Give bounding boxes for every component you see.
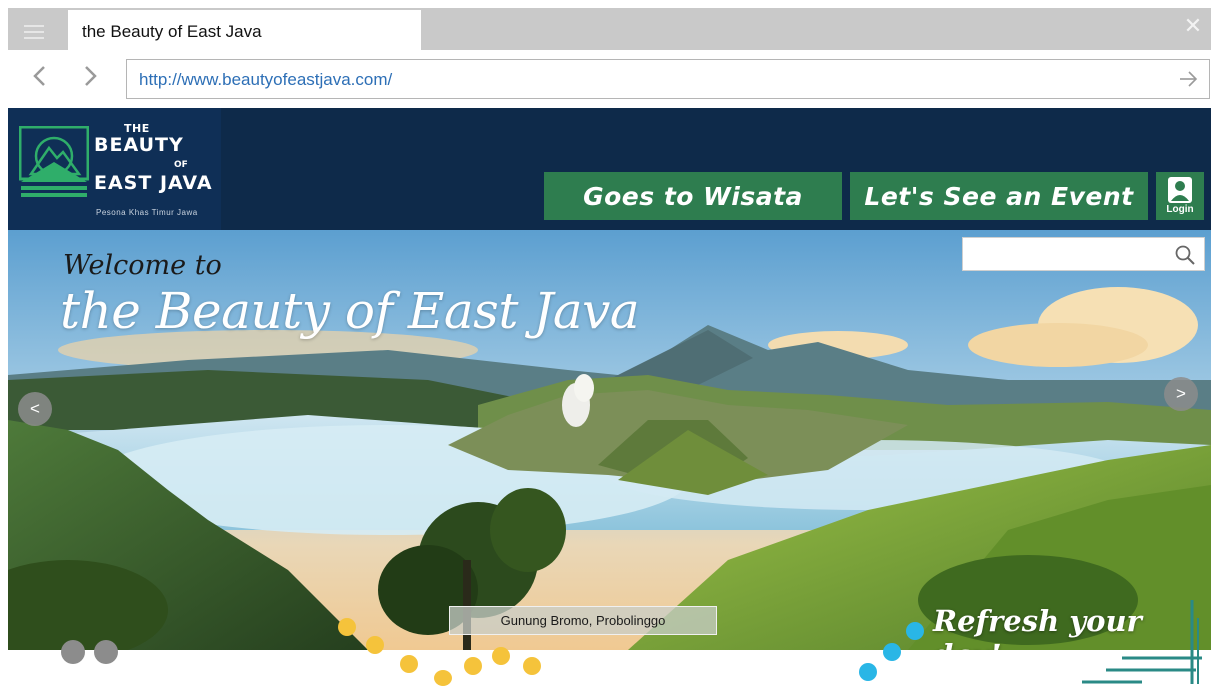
decor-dot-yellow <box>523 657 541 675</box>
close-icon[interactable]: ✕ <box>1181 14 1205 38</box>
decor-dot-yellow <box>400 655 418 673</box>
address-bar[interactable]: http://www.beautyofeastjava.com/ <box>126 59 1210 99</box>
decor-dot-yellow <box>434 670 452 686</box>
logo-east-java-text: EAST JAVA <box>94 172 213 194</box>
back-arrow-icon[interactable] <box>28 62 52 90</box>
tab-title: the Beauty of East Java <box>82 22 262 41</box>
browser-navbar: http://www.beautyofeastjava.com/ <box>8 50 1211 106</box>
browser-chrome: the Beauty of East Java ✕ http://www.bea… <box>8 8 1211 106</box>
search-icon[interactable] <box>1174 244 1196 266</box>
hero-slider: Welcome to the Beauty of East Java < > G… <box>8 230 1211 650</box>
menu-icon[interactable] <box>18 18 50 46</box>
search-box[interactable] <box>962 237 1205 271</box>
decor-dot-yellow <box>366 636 384 654</box>
go-arrow-icon[interactable] <box>1177 68 1199 90</box>
site-header: THE BEAUTY OF EAST JAVA Pesona Khas Timu… <box>8 108 1211 230</box>
decor-dot-yellow <box>492 647 510 665</box>
login-label: Login <box>1166 204 1194 215</box>
decor-dot-cyan <box>883 643 901 661</box>
user-icon <box>1168 177 1192 203</box>
logo-tagline: Pesona Khas Timur Jawa <box>96 208 198 217</box>
decor-dot-gray <box>94 640 118 664</box>
see-event-button[interactable]: Let's See an Event <box>850 172 1148 220</box>
url-text: http://www.beautyofeastjava.com/ <box>139 70 393 89</box>
slide-next-button[interactable]: > <box>1164 377 1198 411</box>
decor-dot-yellow <box>464 657 482 675</box>
site-logo[interactable]: THE BEAUTY OF EAST JAVA Pesona Khas Timu… <box>8 108 221 230</box>
forward-arrow-icon[interactable] <box>78 62 102 90</box>
decor-dot-gray <box>61 640 85 664</box>
logo-beauty-text: BEAUTY <box>94 134 184 156</box>
welcome-title: the Beauty of East Java <box>60 282 640 340</box>
decor-dot-yellow <box>338 618 356 636</box>
logo-of-text: OF <box>174 160 188 170</box>
search-input[interactable] <box>963 238 1163 270</box>
decor-dot-cyan <box>859 663 877 681</box>
decor-lines <box>1082 600 1202 684</box>
slide-prev-button[interactable]: < <box>18 392 52 426</box>
welcome-subtitle: Welcome to <box>63 250 222 281</box>
goes-to-wisata-button[interactable]: Goes to Wisata <box>544 172 842 220</box>
decor-dot-cyan <box>906 622 924 640</box>
login-button[interactable]: Login <box>1156 172 1204 220</box>
browser-tab[interactable]: the Beauty of East Java <box>68 10 421 50</box>
slide-caption: Gunung Bromo, Probolinggo <box>449 606 717 635</box>
mountain-logo-icon <box>19 126 89 197</box>
